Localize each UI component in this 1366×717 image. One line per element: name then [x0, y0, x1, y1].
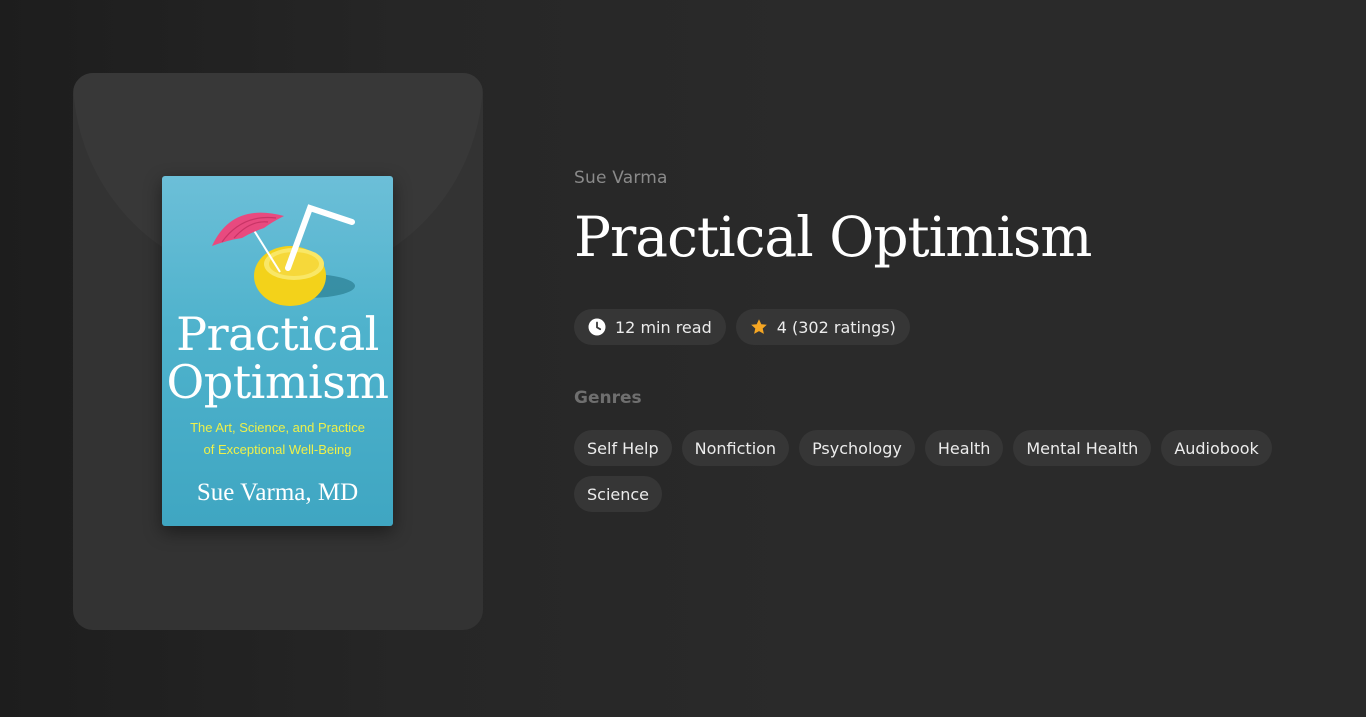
read-time-label: 12 min read	[615, 317, 712, 337]
genre-tag[interactable]: Self Help	[574, 430, 672, 466]
genre-tag[interactable]: Nonfiction	[681, 430, 790, 466]
book-cover[interactable]: Practical Optimism The Art, Science, and…	[162, 176, 393, 526]
read-time-badge: 12 min read	[574, 309, 726, 345]
book-info: Sue Varma Practical Optimism 12 min read…	[574, 166, 1334, 512]
cover-subtitle-line2: of Exceptional Well-Being	[203, 442, 352, 457]
drink-illustration	[212, 204, 355, 306]
book-detail-page: Practical Optimism The Art, Science, and…	[0, 0, 1366, 717]
cover-title-line1: Practical	[176, 307, 379, 361]
genre-tag[interactable]: Audiobook	[1161, 430, 1272, 466]
genre-tag[interactable]: Health	[924, 430, 1004, 466]
genres-heading: Genres	[574, 388, 642, 408]
cover-author: Sue Varma, MD	[196, 479, 359, 506]
genre-list: Self Help Nonfiction Psychology Health M…	[574, 430, 1274, 512]
rating-label: 4 (302 ratings)	[776, 317, 896, 337]
cover-title-line2: Optimism	[166, 355, 389, 409]
genre-tag[interactable]: Mental Health	[1013, 430, 1152, 466]
star-icon	[750, 319, 767, 334]
meta-row: 12 min read 4 (302 ratings)	[574, 309, 1334, 345]
clock-icon	[588, 318, 606, 336]
book-title: Practical Optimism	[574, 205, 1092, 269]
cover-subtitle-line1: The Art, Science, and Practice	[190, 420, 365, 435]
genre-tag[interactable]: Science	[574, 476, 663, 512]
cover-panel: Practical Optimism The Art, Science, and…	[73, 73, 483, 630]
rating-badge[interactable]: 4 (302 ratings)	[735, 309, 910, 345]
genre-tag[interactable]: Psychology	[799, 430, 915, 466]
author-name[interactable]: Sue Varma	[574, 166, 1334, 190]
